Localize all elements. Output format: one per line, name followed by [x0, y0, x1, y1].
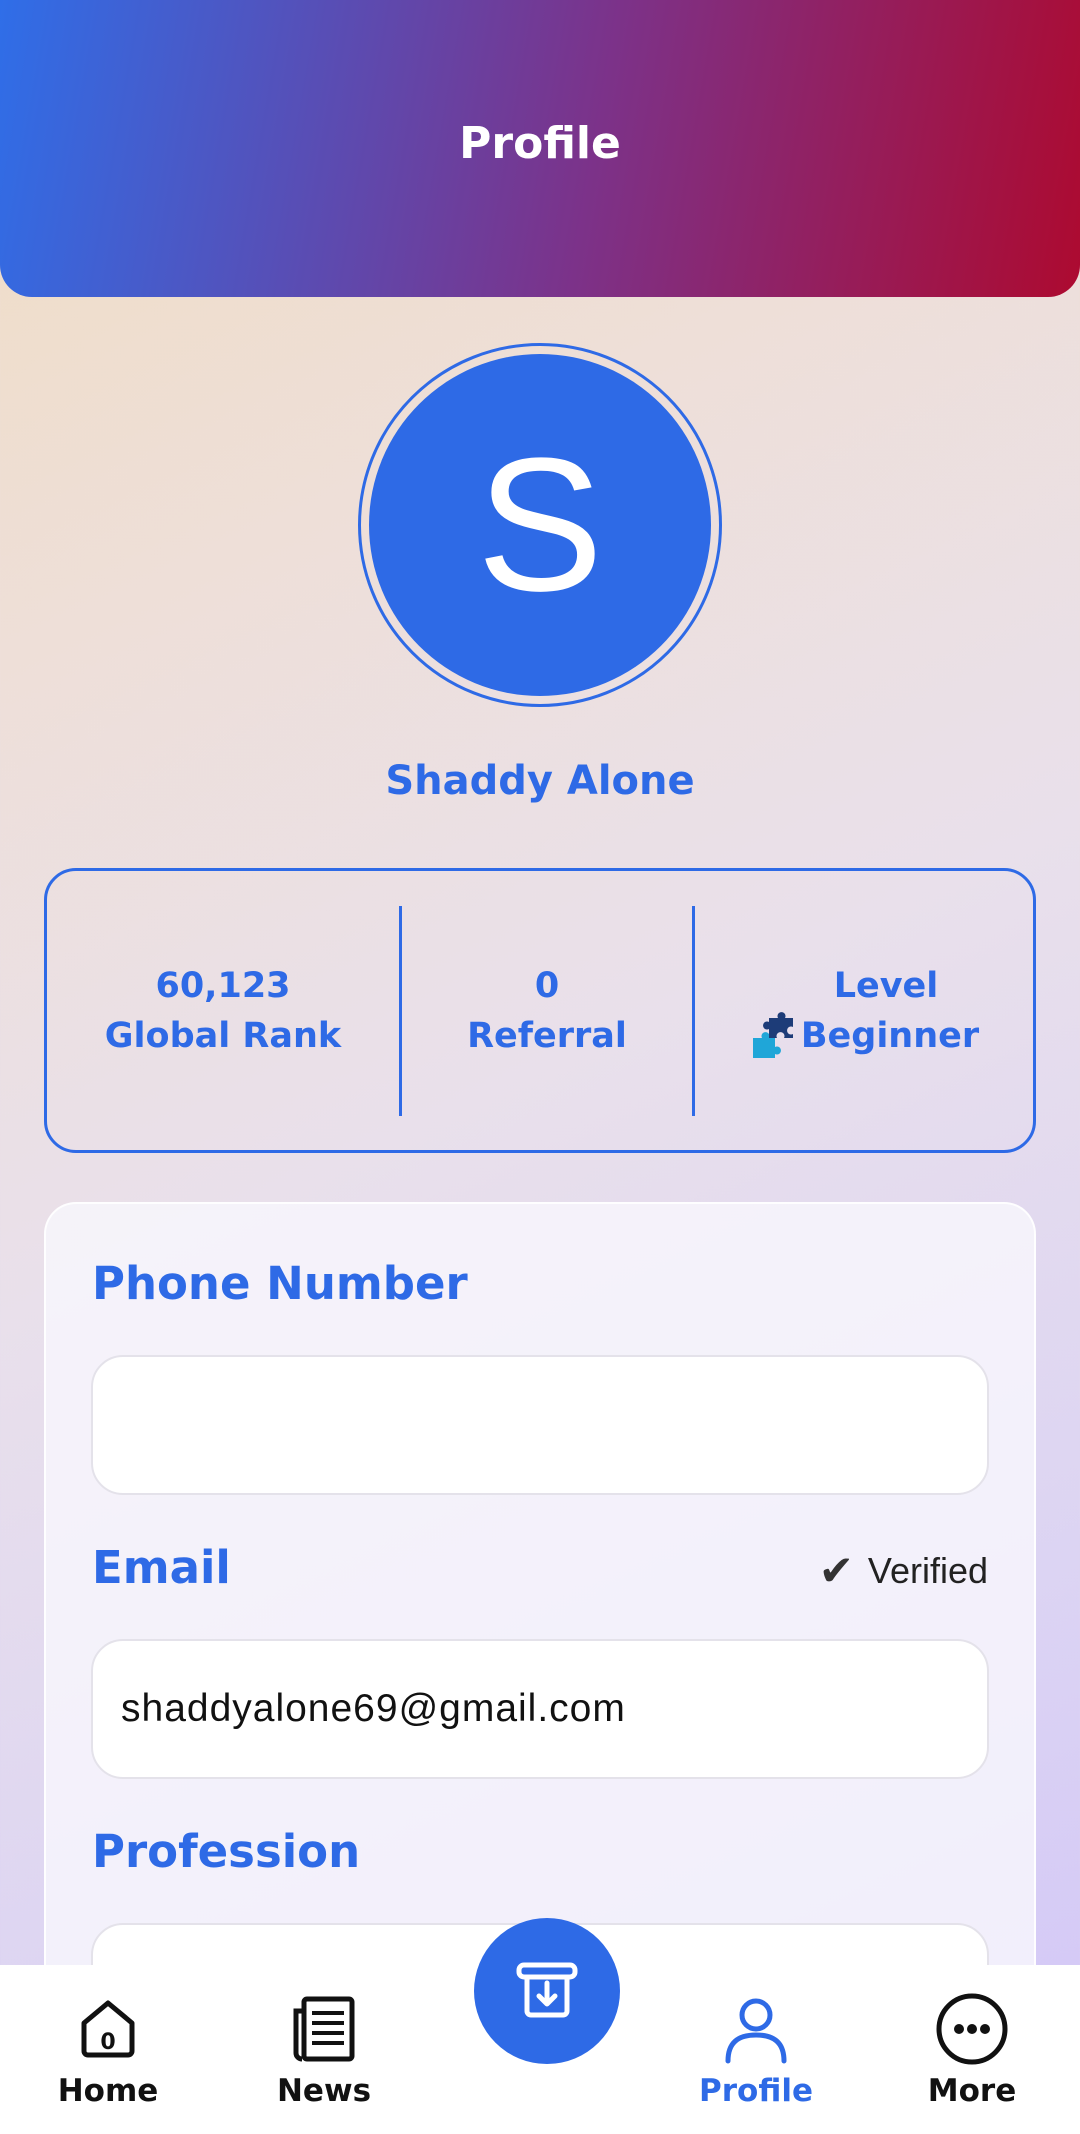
nav-item-home[interactable]: 0 Home [18, 1965, 198, 2134]
newspaper-icon [293, 1996, 355, 2062]
level-value: Beginner [800, 1015, 980, 1056]
nav-label-news: News [276, 2073, 372, 2109]
email-verified-badge: ✔ Verified [819, 1546, 988, 1595]
nav-item-news[interactable]: News [234, 1965, 414, 2134]
stats-card: 60,123 Global Rank 0 Referral Level Begi… [44, 868, 1036, 1153]
level-label: Level [833, 965, 939, 1006]
global-rank-label: Global Rank [104, 1015, 342, 1056]
check-icon: ✔ [818, 1547, 854, 1594]
profession-label: Profession [92, 1825, 361, 1878]
page-title: Profile [459, 118, 621, 169]
avatar[interactable]: S [369, 354, 711, 696]
home-badge: 0 [100, 2030, 115, 2055]
global-rank-value: 60,123 [155, 965, 291, 1006]
referral-value: 0 [534, 965, 560, 1006]
avatar-ring: S [358, 343, 722, 707]
email-label: Email [92, 1541, 231, 1594]
more-icon [936, 1993, 1008, 2065]
header-bar: Profile [0, 0, 1080, 297]
nav-label-more: More [927, 2073, 1017, 2109]
stat-global-rank: 60,123 Global Rank [47, 871, 399, 1150]
nav-item-profile[interactable]: Profile [666, 1965, 846, 2134]
puzzle-icon [752, 1011, 793, 1058]
email-status: Verified [867, 1549, 988, 1591]
nav-label-profile: Profile [699, 2073, 813, 2109]
nav-label-home: Home [57, 2073, 159, 2109]
phone-label: Phone Number [92, 1257, 468, 1310]
level-row: Beginner [749, 1011, 979, 1061]
download-receipt-icon [516, 1962, 578, 2018]
phone-field[interactable] [91, 1355, 989, 1495]
nav-item-more[interactable]: More [882, 1965, 1062, 2134]
user-name: Shaddy Alone [385, 758, 695, 804]
referral-label: Referral [467, 1015, 627, 1056]
stat-referral: 0 Referral [402, 871, 692, 1150]
user-icon [725, 1998, 787, 2064]
email-field[interactable]: shaddyalone69@gmail.com [91, 1639, 989, 1779]
stat-level: Level Beginner [695, 871, 1033, 1150]
center-action-button[interactable] [474, 1918, 620, 2064]
home-icon: 0 [81, 2000, 135, 2058]
